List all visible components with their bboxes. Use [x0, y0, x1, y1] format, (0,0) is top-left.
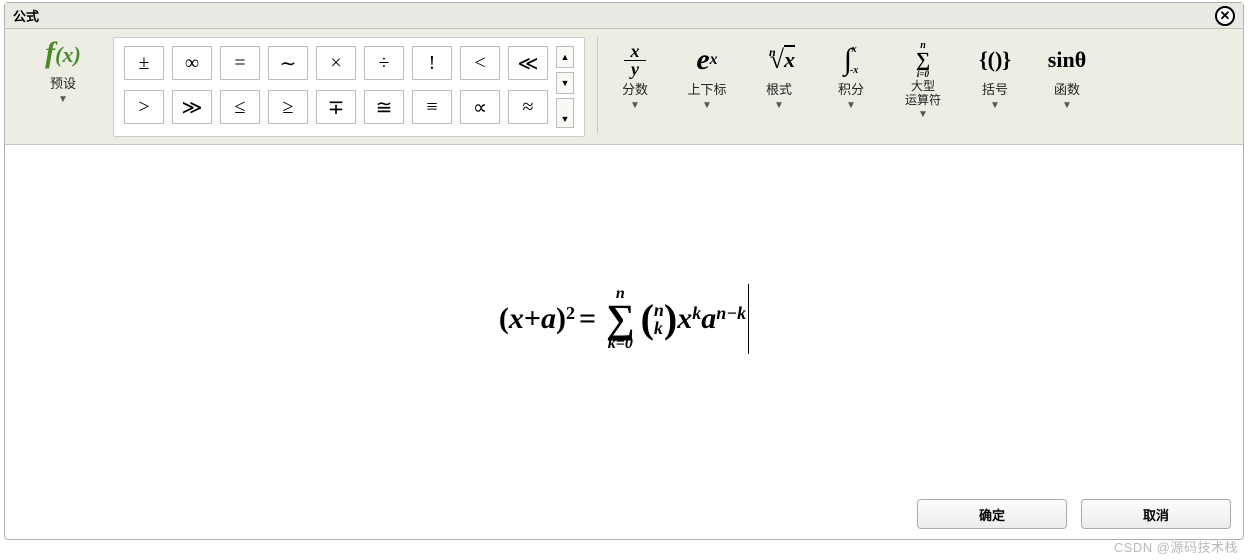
chevron-down-icon: ▼	[898, 109, 948, 120]
chevron-down-icon: ▼	[970, 100, 1020, 111]
function-label: 函数	[1042, 79, 1092, 98]
sym-much-greater[interactable]: ≫	[172, 90, 212, 124]
sym-leq[interactable]: ≤	[220, 90, 260, 124]
sym-factorial[interactable]: !	[412, 46, 452, 80]
rparen: )	[556, 302, 566, 336]
term-a-exp: n−k	[716, 303, 746, 324]
chevron-down-icon: ▼	[682, 100, 732, 111]
term-a: a	[701, 302, 716, 336]
sym-minus-plus[interactable]: ∓	[316, 90, 356, 124]
sym-less-than[interactable]: <	[460, 46, 500, 80]
text-cursor	[748, 284, 749, 354]
sym-equals[interactable]: =	[220, 46, 260, 80]
sym-identical[interactable]: ≡	[412, 90, 452, 124]
dialog-title: 公式	[13, 6, 1215, 25]
symbol-row-1: ± ∞ = ∼ × ÷ ! < ≪	[124, 46, 548, 80]
sym-geq[interactable]: ≥	[268, 90, 308, 124]
binom-top: n	[654, 301, 664, 319]
equals-op: =	[575, 302, 600, 336]
cancel-button[interactable]: 取消	[1081, 499, 1231, 529]
bracket-label: 括号	[970, 79, 1020, 98]
binom-rparen: )	[664, 301, 677, 337]
binom-lparen: (	[641, 301, 654, 337]
chevron-down-icon: ▼	[826, 100, 876, 111]
exponent-2: 2	[566, 303, 575, 324]
lparen: (	[499, 302, 509, 336]
preset-dropdown[interactable]: f(x) 预设 ▼	[19, 37, 107, 105]
subsup-label: 上下标	[682, 79, 732, 98]
sym-much-less[interactable]: ≪	[508, 46, 548, 80]
function-icon: sinθ	[1042, 41, 1092, 79]
binom-bot: k	[654, 319, 664, 337]
subsup-icon: ex	[682, 41, 732, 79]
sym-times[interactable]: ×	[316, 46, 356, 80]
term-x: x	[677, 302, 692, 336]
struct-integral[interactable]: ∫x-x 积分 ▼	[826, 41, 876, 111]
close-icon[interactable]: ✕	[1215, 6, 1235, 26]
symbol-scroll: ▲ ▼ ▼	[556, 46, 574, 128]
separator	[597, 37, 598, 133]
formula-dialog: 公式 ✕ f(x) 预设 ▼ ± ∞ = ∼ × ÷ ! < ≪	[4, 2, 1244, 540]
sigma-icon: ∑	[606, 303, 635, 335]
bracket-icon: {()}	[970, 41, 1020, 79]
symbol-row-2: > ≫ ≤ ≥ ∓ ≅ ≡ ∝ ≈	[124, 90, 548, 124]
struct-bracket[interactable]: {()} 括号 ▼	[970, 41, 1020, 111]
plus-op: +	[524, 302, 541, 336]
largeop-label: 大型 运算符	[898, 79, 948, 107]
fraction-icon: xy	[610, 41, 660, 79]
root-icon: n√x	[754, 41, 804, 79]
sym-approx[interactable]: ≈	[508, 90, 548, 124]
sym-congruent[interactable]: ≅	[364, 90, 404, 124]
var-a: a	[541, 302, 556, 336]
watermark: CSDN @源码技术栈	[1114, 537, 1238, 556]
sym-divide[interactable]: ÷	[364, 46, 404, 80]
var-x: x	[509, 302, 524, 336]
sym-infinity[interactable]: ∞	[172, 46, 212, 80]
struct-large-operator[interactable]: n∑i=0 大型 运算符 ▼	[898, 41, 948, 120]
sym-tilde[interactable]: ∼	[268, 46, 308, 80]
sym-plus-minus[interactable]: ±	[124, 46, 164, 80]
sum-lower: k=0	[608, 335, 633, 353]
ok-button[interactable]: 确定	[917, 499, 1067, 529]
formula-editor[interactable]: ( x + a ) 2 = n ∑ k=0 ( n k ) x k a	[5, 145, 1243, 493]
summation: n ∑ k=0	[606, 285, 635, 353]
integral-icon: ∫x-x	[826, 41, 876, 79]
root-label: 根式	[754, 79, 804, 98]
formula-content: ( x + a ) 2 = n ∑ k=0 ( n k ) x k a	[499, 284, 749, 354]
sum-icon: n∑i=0	[898, 41, 948, 79]
struct-root[interactable]: n√x 根式 ▼	[754, 41, 804, 111]
struct-fraction[interactable]: xy 分数 ▼	[610, 41, 660, 111]
term-x-exp: k	[692, 303, 701, 324]
symbol-dropdown[interactable]: ▼	[556, 98, 574, 128]
symbol-scroll-up[interactable]: ▲	[556, 46, 574, 68]
struct-function[interactable]: sinθ 函数 ▼	[1042, 41, 1092, 111]
titlebar: 公式 ✕	[5, 3, 1243, 29]
sym-proportional[interactable]: ∝	[460, 90, 500, 124]
symbol-palette: ± ∞ = ∼ × ÷ ! < ≪ > ≫ ≤ ≥ ∓ ≅ ≡	[113, 37, 585, 137]
structure-group: xy 分数 ▼ ex 上下标 ▼ n√x 根式 ▼	[610, 37, 1092, 120]
binomial: ( n k )	[641, 301, 678, 337]
chevron-down-icon: ▼	[754, 100, 804, 111]
struct-subsup[interactable]: ex 上下标 ▼	[682, 41, 732, 111]
integral-label: 积分	[826, 79, 876, 98]
fraction-label: 分数	[610, 79, 660, 98]
fx-icon: f(x)	[19, 37, 107, 71]
chevron-down-icon: ▼	[610, 100, 660, 111]
toolbar: f(x) 预设 ▼ ± ∞ = ∼ × ÷ ! < ≪ > ≫	[5, 29, 1243, 145]
preset-label: 预设	[19, 73, 107, 92]
chevron-down-icon: ▼	[1042, 100, 1092, 111]
chevron-down-icon: ▼	[19, 94, 107, 105]
sym-greater-than[interactable]: >	[124, 90, 164, 124]
symbol-scroll-down[interactable]: ▼	[556, 72, 574, 94]
dialog-footer: 确定 取消	[5, 493, 1243, 539]
